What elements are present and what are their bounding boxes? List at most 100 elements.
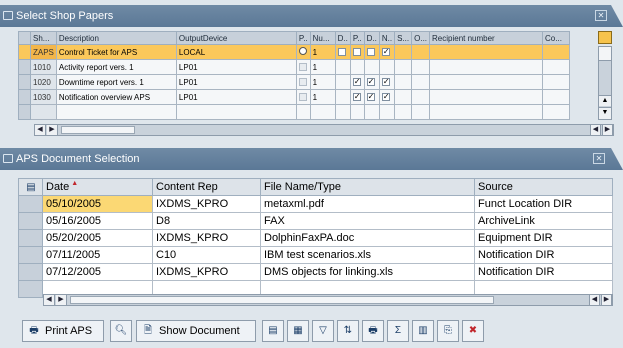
table-row[interactable]: 07/11/2005 C10 IBM test scenarios.xls No… bbox=[18, 246, 613, 264]
col-header[interactable]: Recipient number bbox=[429, 31, 544, 45]
row-selector[interactable] bbox=[18, 246, 43, 264]
checkbox-n[interactable]: ✓ bbox=[378, 74, 396, 90]
scroll-right-button[interactable]: ▶ bbox=[56, 295, 67, 305]
export-button[interactable]: ⎘ bbox=[437, 320, 459, 342]
scroll-left-end-button[interactable]: ◀ bbox=[590, 125, 601, 135]
number-of-copies[interactable]: 1 bbox=[309, 59, 336, 75]
col-header[interactable]: P.. bbox=[295, 31, 311, 45]
filter-button[interactable]: ▽ bbox=[312, 320, 334, 342]
table-row[interactable]: ZAPS Control Ticket for APS LOCAL 1 ✓ bbox=[18, 44, 571, 60]
col-header[interactable]: Nu... bbox=[309, 31, 336, 45]
print-list-button[interactable]: 🖶 bbox=[362, 320, 384, 342]
scroll-thumb[interactable] bbox=[61, 126, 135, 134]
doc-content-rep: D8 bbox=[152, 212, 261, 230]
col-header[interactable]: Sh... bbox=[30, 31, 57, 45]
output-device[interactable]: LP01 bbox=[175, 89, 297, 105]
table-row[interactable]: 05/16/2005 D8 FAX ArchiveLink bbox=[18, 212, 613, 230]
filter-icon: ▽ bbox=[319, 325, 327, 336]
print-aps-button[interactable]: 🖶 Print APS bbox=[22, 320, 104, 342]
col-header[interactable]: OutputDevice bbox=[175, 31, 297, 45]
table-row[interactable]: 05/20/2005 IXDMS_KPRO DolphinFaxPA.doc E… bbox=[18, 229, 613, 247]
row-selector[interactable] bbox=[18, 212, 43, 230]
number-of-copies[interactable]: 1 bbox=[309, 74, 336, 90]
checkbox-p[interactable] bbox=[349, 44, 365, 60]
document-selection-titlebar: APS Document Selection ✕ bbox=[0, 148, 623, 170]
table-row[interactable]: 1020 Downtime report vers. 1 LP01 1 ✓ ✓ … bbox=[18, 74, 571, 90]
col-header[interactable]: S... bbox=[394, 31, 413, 45]
document-horizontal-scrollbar[interactable]: ◀ ▶ ◀ ▶ bbox=[43, 294, 613, 306]
recipient-number[interactable] bbox=[429, 59, 544, 75]
scroll-thumb[interactable] bbox=[70, 296, 494, 304]
table-row[interactable]: 1030 Notification overview APS LP01 1 ✓ … bbox=[18, 89, 571, 105]
select-all-icon[interactable]: ▤ bbox=[18, 178, 43, 196]
checkbox-p[interactable]: ✓ bbox=[349, 74, 365, 90]
recipient-number[interactable] bbox=[429, 44, 544, 60]
subtotal-button[interactable]: Σ bbox=[387, 320, 409, 342]
row-selector[interactable] bbox=[18, 229, 43, 247]
output-device[interactable]: LP01 bbox=[175, 59, 297, 75]
scroll-right-end-button[interactable]: ▶ bbox=[602, 125, 613, 135]
table-row[interactable]: 05/10/2005 IXDMS_KPRO metaxml.pdf Funct … bbox=[18, 195, 613, 213]
layout-settings-icon[interactable] bbox=[598, 31, 612, 44]
row-selector[interactable] bbox=[18, 74, 31, 90]
scroll-up-button[interactable]: ▲ bbox=[599, 95, 611, 106]
scroll-left-end-button[interactable]: ◀ bbox=[589, 295, 600, 305]
col-header[interactable]: Co... bbox=[542, 31, 571, 45]
scroll-right-end-button[interactable]: ▶ bbox=[601, 295, 612, 305]
col-header-content-rep[interactable]: Content Rep bbox=[152, 178, 261, 196]
scroll-down-button[interactable]: ▼ bbox=[599, 107, 611, 119]
shop-paper-key: ZAPS bbox=[30, 44, 57, 60]
col-header[interactable]: D.. bbox=[334, 31, 351, 45]
show-document-button[interactable]: 🗎 Show Document bbox=[136, 320, 256, 342]
col-header[interactable]: O... bbox=[411, 31, 431, 45]
checkbox-n[interactable]: ✓ bbox=[378, 44, 396, 60]
document-table: ▤ Date ▲ Content Rep File Name/Type Sourc… bbox=[18, 178, 613, 298]
checkbox-d2[interactable]: ✓ bbox=[363, 89, 380, 105]
checkbox-d2[interactable]: ✓ bbox=[363, 74, 380, 90]
col-header-date[interactable]: Date ▲ bbox=[42, 178, 153, 196]
table-row[interactable]: 07/12/2005 IXDMS_KPRO DMS objects for li… bbox=[18, 263, 613, 281]
layout-button[interactable]: ▥ bbox=[412, 320, 434, 342]
table-row[interactable] bbox=[18, 104, 571, 120]
checkbox-p[interactable]: ✓ bbox=[349, 89, 365, 105]
recipient-number[interactable] bbox=[429, 89, 544, 105]
details-button[interactable]: ▤ bbox=[262, 320, 284, 342]
details-icon: ▤ bbox=[268, 325, 278, 336]
checkbox-n[interactable]: ✓ bbox=[378, 89, 396, 105]
select-all-button[interactable]: ▦ bbox=[287, 320, 309, 342]
row-selector[interactable] bbox=[18, 44, 31, 60]
window-icon bbox=[3, 154, 13, 163]
close-icon[interactable]: ✕ bbox=[595, 10, 607, 21]
col-header[interactable]: D.. bbox=[363, 31, 380, 45]
shop-paper-key: 1010 bbox=[30, 59, 57, 75]
table-row[interactable]: 1010 Activity report vers. 1 LP01 1 bbox=[18, 59, 571, 75]
scroll-left-button[interactable]: ◀ bbox=[44, 295, 55, 305]
output-device[interactable]: LP01 bbox=[175, 74, 297, 90]
recipient-number[interactable] bbox=[429, 74, 544, 90]
vertical-scrollbar[interactable]: ▲ ▼ bbox=[598, 46, 612, 120]
row-selector[interactable] bbox=[18, 59, 31, 75]
row-selector[interactable] bbox=[18, 89, 31, 105]
cancel-button[interactable]: ✖ bbox=[462, 320, 484, 342]
checkbox-d2[interactable] bbox=[363, 44, 380, 60]
col-header[interactable]: N.. bbox=[378, 31, 396, 45]
row-selector-header[interactable] bbox=[18, 31, 31, 45]
output-device[interactable]: LOCAL bbox=[175, 44, 297, 60]
print-preview-radio[interactable] bbox=[295, 44, 311, 60]
number-of-copies[interactable]: 1 bbox=[309, 89, 336, 105]
scroll-left-button[interactable]: ◀ bbox=[35, 125, 46, 135]
doc-table-header: ▤ Date ▲ Content Rep File Name/Type Sourc… bbox=[18, 178, 613, 196]
horizontal-scrollbar[interactable]: ◀ ▶ ◀ ▶ bbox=[34, 124, 614, 136]
close-icon[interactable]: ✕ bbox=[593, 153, 605, 164]
col-header-file-name[interactable]: File Name/Type bbox=[260, 178, 475, 196]
row-selector[interactable] bbox=[18, 263, 43, 281]
number-of-copies[interactable]: 1 bbox=[309, 44, 336, 60]
sort-button[interactable]: ⇅ bbox=[337, 320, 359, 342]
checkbox-d[interactable] bbox=[334, 44, 351, 60]
col-header[interactable]: Description bbox=[55, 31, 177, 45]
scroll-right-button[interactable]: ▶ bbox=[47, 125, 58, 135]
col-header[interactable]: P.. bbox=[349, 31, 365, 45]
row-selector[interactable] bbox=[18, 195, 43, 213]
search-button[interactable]: 🔍︎ bbox=[110, 320, 132, 342]
col-header-source[interactable]: Source bbox=[474, 178, 613, 196]
